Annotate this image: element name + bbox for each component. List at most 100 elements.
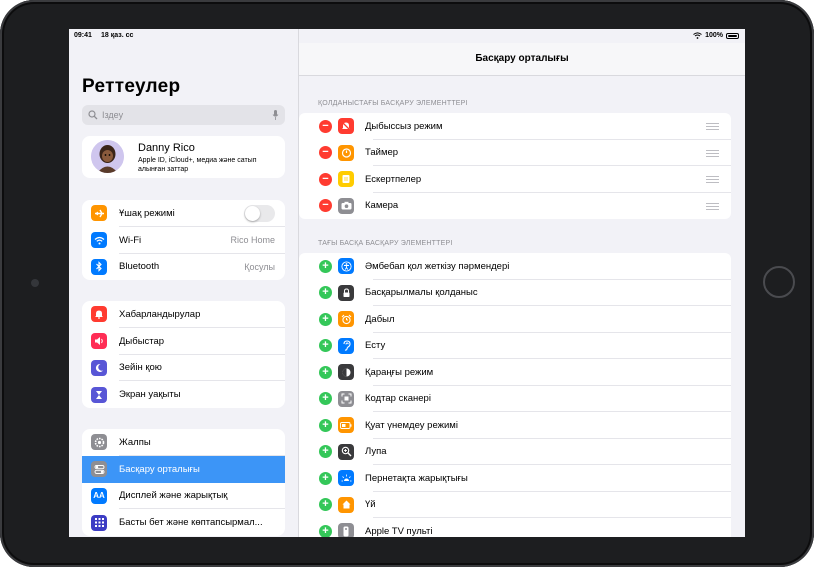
hourglass-icon xyxy=(91,386,107,403)
add-button[interactable]: + xyxy=(319,259,332,273)
home-button[interactable] xyxy=(763,266,795,298)
sidebar-item-focus[interactable]: Зейін қою xyxy=(82,355,285,382)
bluetooth-icon xyxy=(91,258,107,275)
control-row-alarm: + Дабыл xyxy=(299,306,731,333)
home-icon xyxy=(338,496,354,513)
sidebar-item-bluetooth[interactable]: Bluetooth Қосулы xyxy=(82,254,285,281)
sidebar-item-screen-time[interactable]: Экран уақыты xyxy=(82,381,285,408)
control-row-hearing: + Есту xyxy=(299,333,731,359)
sidebar-item-label: Басты бет және көптапсырмал... xyxy=(119,517,263,529)
add-button[interactable]: + xyxy=(319,498,332,512)
sidebar-item-label: Wi-Fi xyxy=(119,234,142,246)
sidebar-item-display-brightness[interactable]: AA Дисплей және жарықтық xyxy=(82,483,285,510)
qr-scanner-icon xyxy=(338,390,354,407)
sidebar-item-label: Экран уақыты xyxy=(119,389,181,401)
bluetooth-status-value: Қосулы xyxy=(244,261,275,272)
remote-icon xyxy=(338,523,354,537)
sidebar-item-home-multitasking[interactable]: Басты бет және көптапсырмал... xyxy=(82,509,285,536)
status-date: 18 қаз. сс xyxy=(101,32,134,39)
sidebar-title: Реттеулер xyxy=(82,76,181,97)
control-label: Әмбебап қол жеткізу пәрмендері xyxy=(365,260,510,272)
settings-sidebar: Реттеулер Іздеу Danny Rico Apple ID, iCl… xyxy=(69,29,299,537)
control-row-low-power-mode: + Қуат үнемдеу режимі xyxy=(299,412,731,439)
add-button[interactable]: + xyxy=(319,418,332,432)
ear-icon xyxy=(338,337,354,354)
control-row-home: + Үй xyxy=(299,492,731,518)
control-label: Үй xyxy=(365,499,376,511)
sidebar-item-control-centre[interactable]: Басқару орталығы xyxy=(82,455,285,483)
search-field[interactable]: Іздеу xyxy=(82,105,285,125)
control-label: Ескертпелер xyxy=(365,173,422,185)
control-centre-panel: Басқару орталығы ҚОЛДАНЫСТАҒЫ БАСҚАРУ ЭЛ… xyxy=(299,29,745,537)
apple-id-card[interactable]: Danny Rico Apple ID, iCloud+, медиа және… xyxy=(82,136,285,178)
control-row-keyboard-brightness: + Пернетақта жарықтығы xyxy=(299,465,731,492)
microphone-icon[interactable] xyxy=(272,110,279,120)
text-size-icon: AA xyxy=(91,487,107,504)
included-controls-list: − Дыбыссыз режим − Таймер − Ескертпелер … xyxy=(299,113,731,219)
reorder-handle-icon[interactable] xyxy=(706,149,719,157)
sidebar-item-label: Хабарландырулар xyxy=(119,308,201,320)
battery-icon xyxy=(338,417,354,434)
add-button[interactable]: + xyxy=(319,286,332,300)
remove-button[interactable]: − xyxy=(319,119,332,133)
connectivity-group: Ұшақ режимі Wi-Fi Rico Home Bluetooth Қо… xyxy=(82,200,285,281)
magnifier-icon xyxy=(338,443,354,460)
reorder-handle-icon[interactable] xyxy=(706,123,719,130)
add-button[interactable]: + xyxy=(319,365,332,379)
avatar xyxy=(91,140,124,173)
add-button[interactable]: + xyxy=(319,445,332,459)
battery-status-icon xyxy=(726,32,739,39)
remove-button[interactable]: − xyxy=(319,172,332,186)
sidebar-item-label: Зейін қою xyxy=(119,362,162,374)
sidebar-item-notifications[interactable]: Хабарландырулар xyxy=(82,301,285,328)
add-button[interactable]: + xyxy=(319,312,332,326)
airplane-mode-toggle[interactable] xyxy=(244,205,275,222)
page-title: Басқару орталығы xyxy=(475,53,569,64)
control-row-code-scanner: + Кодтар сканері xyxy=(299,386,731,412)
reorder-handle-icon[interactable] xyxy=(706,176,719,183)
add-button[interactable]: + xyxy=(319,339,332,353)
add-button[interactable]: + xyxy=(319,524,332,537)
status-right: 100% xyxy=(693,32,739,39)
reorder-handle-icon[interactable] xyxy=(706,202,719,210)
profile-subtitle: Apple ID, iCloud+, медиа және сатып алын… xyxy=(138,157,257,173)
notes-icon xyxy=(338,171,354,188)
control-label: Apple TV пульті xyxy=(365,525,433,537)
toggles-icon xyxy=(91,461,107,478)
add-button[interactable]: + xyxy=(319,392,332,406)
gear-icon xyxy=(91,434,107,451)
remove-button[interactable]: − xyxy=(319,146,332,160)
sidebar-item-label: Bluetooth xyxy=(119,261,160,273)
remove-button[interactable]: − xyxy=(319,199,332,213)
sidebar-item-label: Дисплей және жарықтық xyxy=(119,490,228,502)
battery-percent: 100% xyxy=(705,32,723,39)
control-row-notes: − Ескертпелер xyxy=(299,166,731,193)
bell-icon xyxy=(91,306,107,323)
more-controls-header: ТАҒЫ БАСҚА БАСҚАРУ ЭЛЕМЕНТТЕРІ xyxy=(318,240,453,247)
alarm-icon xyxy=(338,311,354,328)
control-label: Пернетақта жарықтығы xyxy=(365,472,468,484)
grid-icon xyxy=(91,514,107,531)
sidebar-item-airplane-mode[interactable]: Ұшақ режимі xyxy=(82,200,285,227)
lock-icon xyxy=(338,284,354,301)
control-row-timer: − Таймер xyxy=(299,140,731,166)
moon-icon xyxy=(91,359,107,376)
keyboard-brightness-icon xyxy=(338,470,354,487)
control-label: Қуат үнемдеу режимі xyxy=(365,419,458,431)
dark-mode-icon xyxy=(338,364,354,381)
control-label: Қараңғы режим xyxy=(365,366,434,378)
more-controls-list: + Әмбебап қол жеткізу пәрмендері + Басқа… xyxy=(299,253,731,537)
control-label: Есту xyxy=(365,340,386,352)
control-row-camera: − Камера xyxy=(299,193,731,220)
status-time: 09:41 xyxy=(74,32,92,39)
add-button[interactable]: + xyxy=(319,471,332,485)
control-label: Дыбыссыз режим xyxy=(365,120,443,132)
control-row-accessibility-shortcuts: + Әмбебап қол жеткізу пәрмендері xyxy=(299,253,731,280)
bell-slash-icon xyxy=(338,118,354,135)
front-camera xyxy=(31,279,39,287)
wifi-status-icon xyxy=(693,32,702,39)
control-label: Басқарылмалы қолданыс xyxy=(365,287,478,299)
sidebar-item-wifi[interactable]: Wi-Fi Rico Home xyxy=(82,227,285,254)
sidebar-item-general[interactable]: Жалпы xyxy=(82,429,285,456)
sidebar-item-sounds[interactable]: Дыбыстар xyxy=(82,328,285,355)
